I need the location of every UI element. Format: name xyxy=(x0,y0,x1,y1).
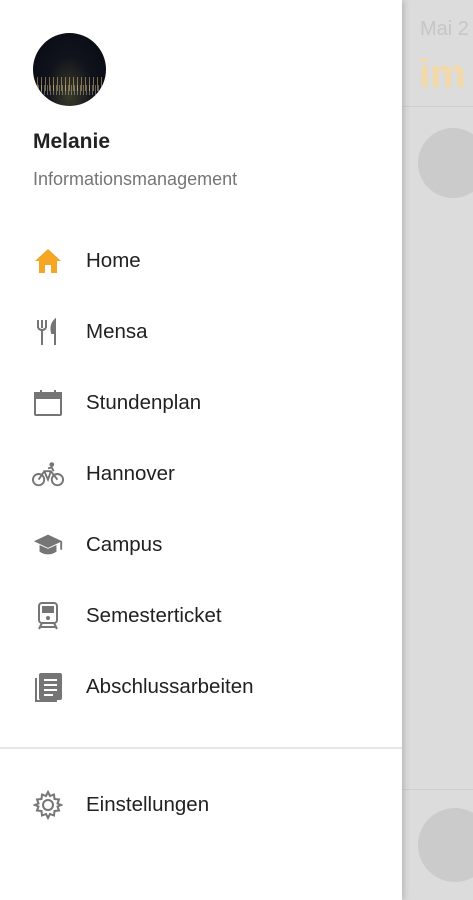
menu-item-label: Hannover xyxy=(86,461,175,485)
document-list-icon xyxy=(32,671,64,703)
menu-item-label: Abschlussarbeiten xyxy=(86,674,254,698)
background-divider-bottom xyxy=(402,789,473,790)
menu-item-abschlussarbeiten[interactable]: Abschlussarbeiten xyxy=(0,651,402,722)
menu-item-label: Home xyxy=(86,248,141,272)
menu-item-home[interactable]: Home xyxy=(0,225,402,296)
avatar-city-lights-2 xyxy=(38,85,101,95)
menu-item-label: Mensa xyxy=(86,319,148,343)
menu-item-label: Stundenplan xyxy=(86,390,202,414)
user-department: Informationsmanagement xyxy=(33,169,238,189)
settings-label: Einstellungen xyxy=(86,792,210,816)
fork-knife-icon xyxy=(32,316,64,348)
menu-item-campus[interactable]: Campus xyxy=(0,509,402,580)
bicycle-icon xyxy=(32,458,64,490)
background-avatar-placeholder xyxy=(418,128,473,198)
train-icon xyxy=(32,600,64,632)
menu-item-hannover[interactable]: Hannover xyxy=(0,438,402,509)
menu-item-label: Campus xyxy=(86,532,163,556)
calendar-icon xyxy=(32,387,64,419)
navigation-drawer: Melanie Informationsmanagement Home Mens… xyxy=(0,0,402,900)
menu-item-einstellungen[interactable]: Einstellungen xyxy=(0,769,402,840)
graduation-cap-icon xyxy=(32,529,64,561)
user-name: Melanie xyxy=(33,130,111,153)
avatar[interactable] xyxy=(33,33,106,106)
menu-item-mensa[interactable]: Mensa xyxy=(0,296,402,367)
gear-icon xyxy=(32,789,64,821)
background-floating-button xyxy=(418,808,473,882)
home-icon xyxy=(32,245,64,277)
background-headline: im xyxy=(419,52,466,96)
menu-item-stundenplan[interactable]: Stundenplan xyxy=(0,367,402,438)
background-date: Mai 2 xyxy=(420,18,469,40)
menu-item-semesterticket[interactable]: Semesterticket xyxy=(0,580,402,651)
background-divider xyxy=(402,106,473,107)
drawer-menu: Home Mensa Stundenplan Hannover Campus S… xyxy=(0,225,402,722)
drawer-divider xyxy=(0,747,402,749)
menu-item-label: Semesterticket xyxy=(86,603,222,627)
